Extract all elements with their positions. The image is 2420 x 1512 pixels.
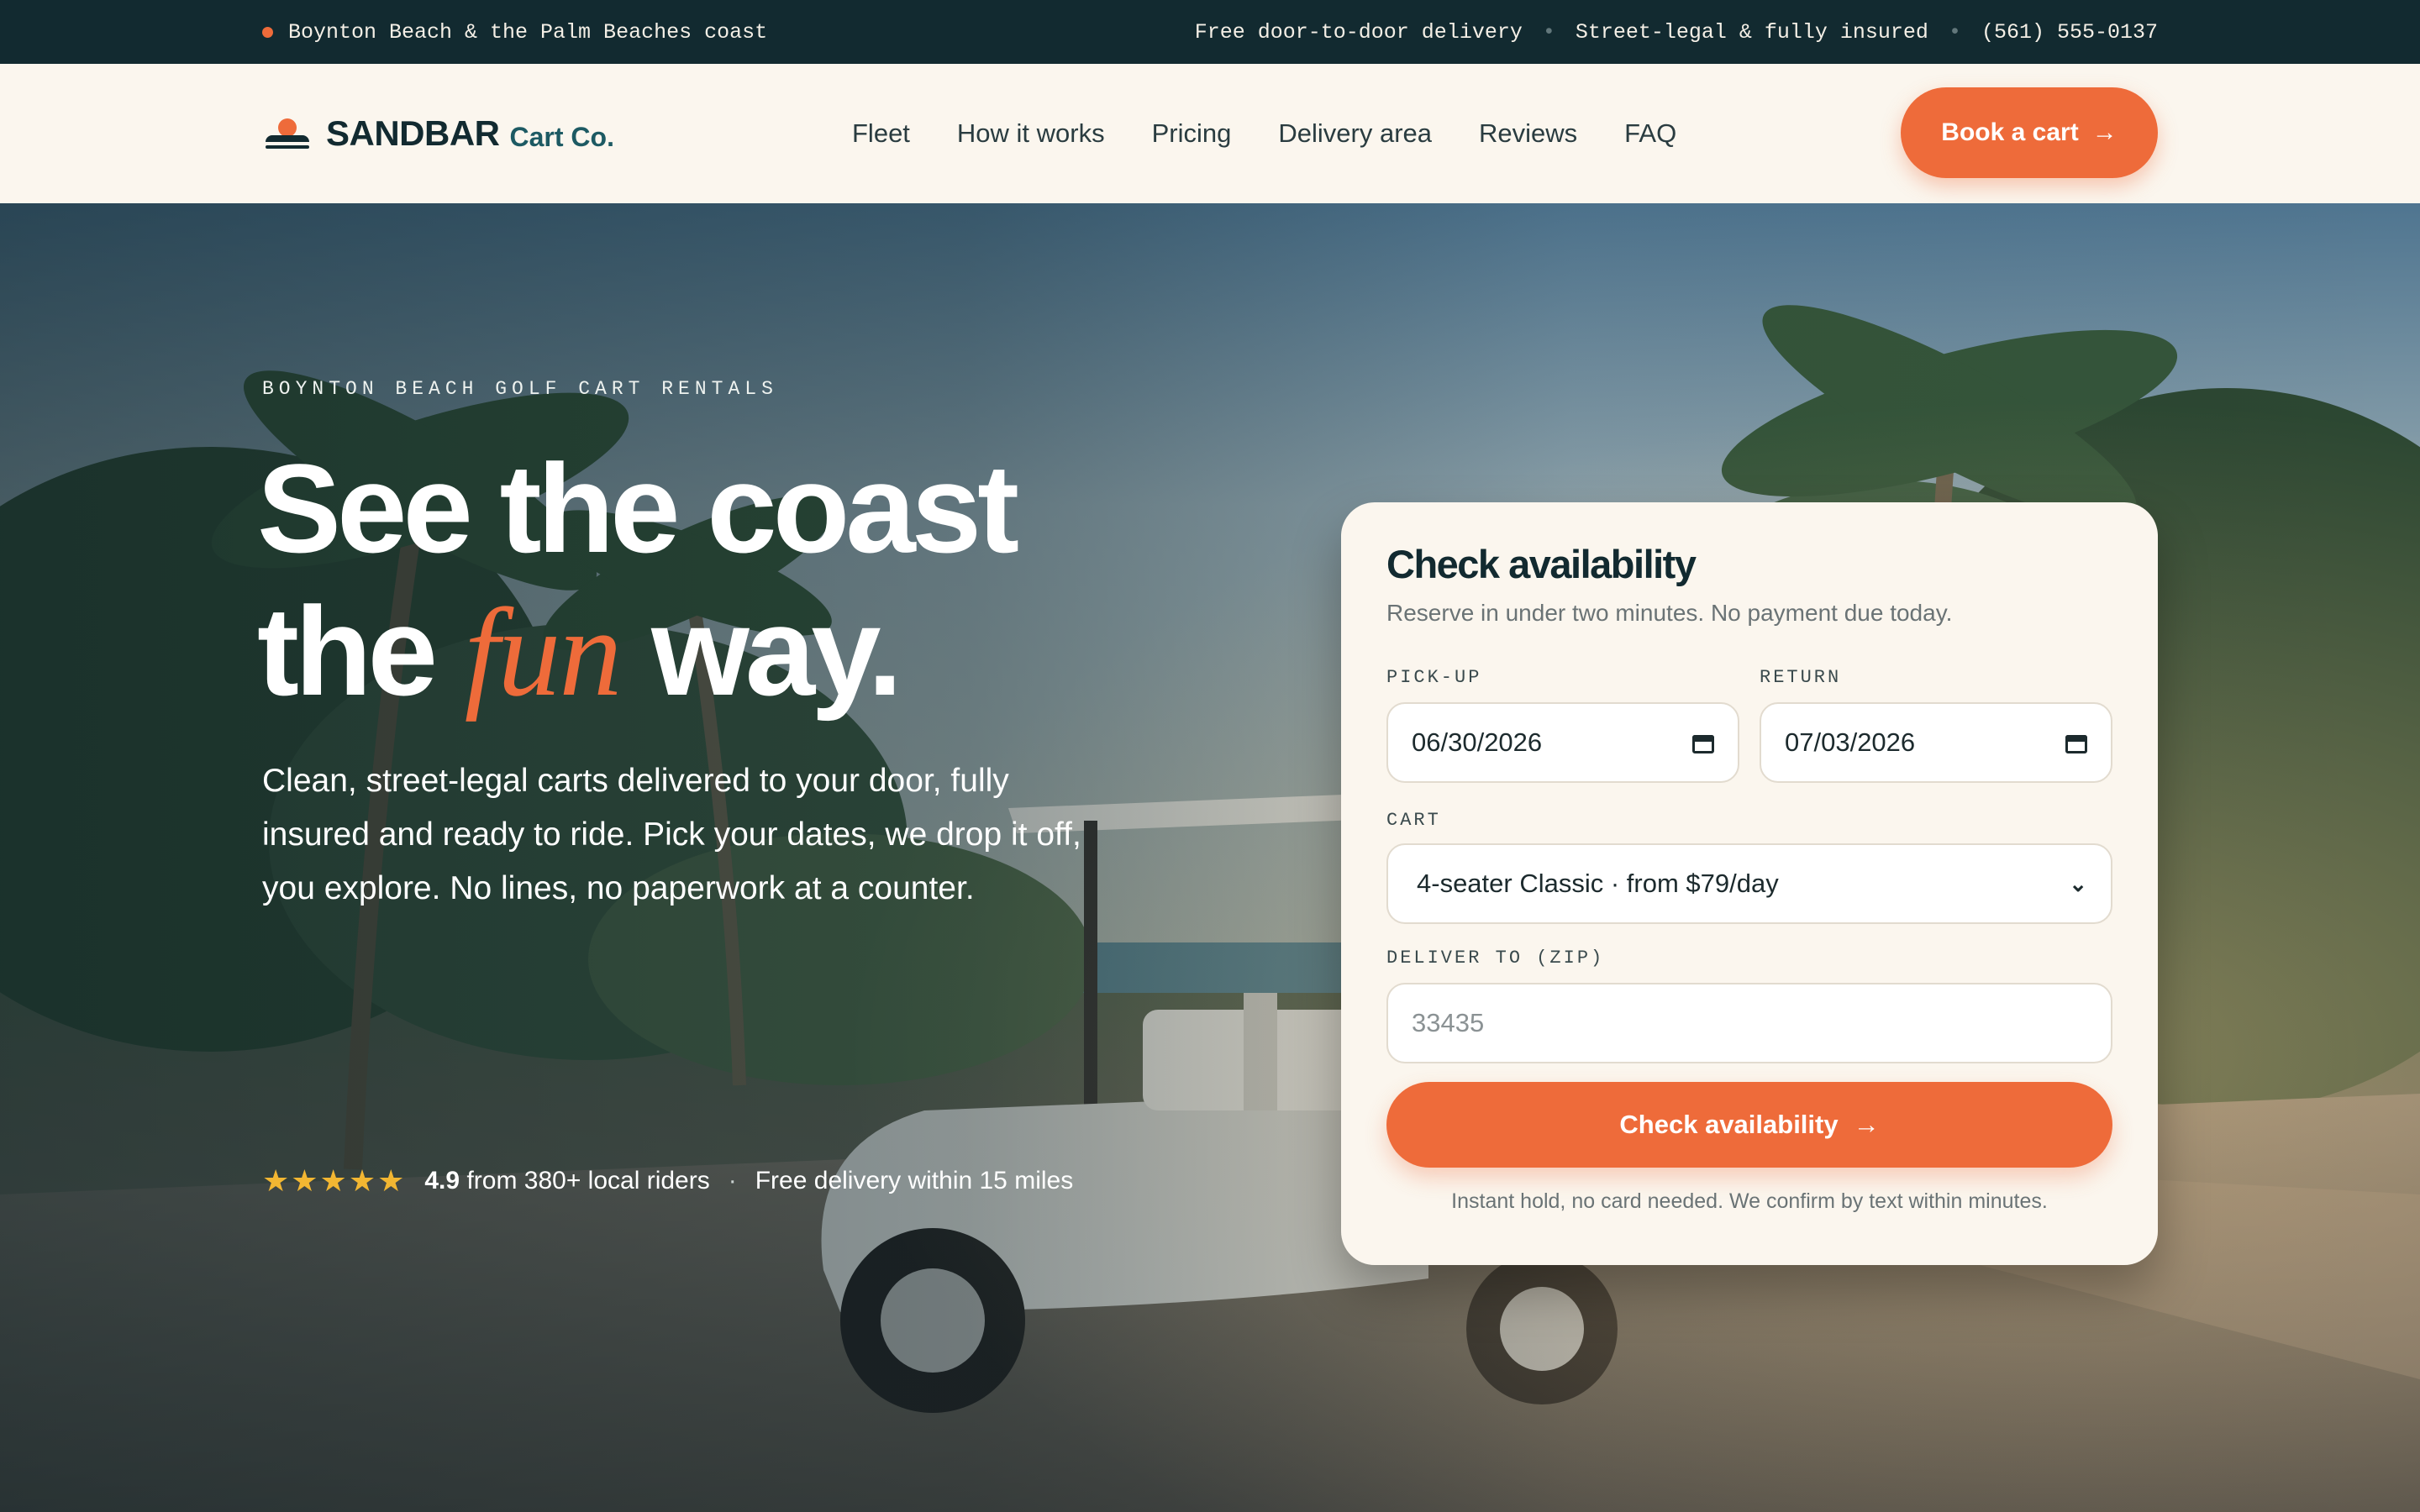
separator-dot: •	[1542, 19, 1555, 45]
zip-label: DELIVER TO (ZIP)	[1386, 948, 1605, 969]
arrow-right-icon: →	[1853, 1110, 1880, 1139]
calendar-icon[interactable]	[1692, 732, 1714, 753]
location-info: Boynton Beach & the Palm Beaches coast	[262, 0, 767, 64]
star-rating-icon: ★★★★★	[262, 1163, 407, 1198]
return-date-input[interactable]: 07/03/2026	[1760, 702, 2112, 783]
brand-suffix: Cart Co.	[509, 121, 614, 152]
nav-how-it-works[interactable]: How it works	[957, 118, 1105, 149]
pickup-date-input[interactable]: 06/30/2026	[1386, 702, 1739, 783]
calendar-icon[interactable]	[2065, 732, 2087, 753]
headline-the: the	[257, 580, 438, 722]
book-cart-label: Book a cart	[1941, 118, 2079, 146]
zip-placeholder: 33435	[1412, 1008, 1485, 1037]
main-nav: Fleet How it works Pricing Delivery area…	[852, 64, 1676, 203]
location-text: Boynton Beach & the Palm Beaches coast	[288, 19, 768, 45]
zip-input[interactable]: 33435	[1386, 983, 2112, 1063]
rating-text: from 380+ local riders	[466, 1167, 710, 1194]
hero-eyebrow: BOYNTON BEACH GOLF CART RENTALS	[262, 378, 778, 400]
hold-note: Instant hold, no card needed. We confirm…	[1451, 1189, 2048, 1213]
separator-dot: ·	[728, 1167, 737, 1194]
cart-selected-value: 4-seater Classic · from $79/day	[1417, 869, 1779, 898]
hero-description: Clean, street-legal carts delivered to y…	[262, 763, 1081, 906]
card-description: Reserve in under two minutes. No payment…	[1386, 600, 1953, 626]
brand-name: SANDBAR	[326, 113, 500, 153]
check-availability-button[interactable]: Check availability →	[1386, 1082, 2112, 1168]
delivery-note: Free delivery within 15 miles	[755, 1167, 1074, 1194]
nav-pricing[interactable]: Pricing	[1152, 118, 1232, 149]
nav-reviews[interactable]: Reviews	[1479, 118, 1577, 149]
location-dot-icon	[262, 26, 273, 38]
sunset-logo-icon	[266, 117, 309, 150]
rating-summary: 4.9 from 380+ local riders	[424, 1167, 709, 1195]
cart-select[interactable]: 4-seater Classic · from $79/day ⌄	[1386, 843, 2112, 924]
pickup-date-value: 06/30/2026	[1412, 727, 1543, 757]
chevron-down-icon: ⌄	[2069, 870, 2087, 896]
top-announcement-bar: Boynton Beach & the Palm Beaches coast F…	[0, 0, 2420, 64]
return-label: RETURN	[1760, 667, 1842, 688]
insurance-info: Street-legal & fully insured	[1575, 19, 1928, 45]
nav-fleet[interactable]: Fleet	[852, 118, 910, 149]
nav-faq[interactable]: FAQ	[1624, 118, 1676, 149]
social-proof: ★★★★★ 4.9 from 380+ local riders · Free …	[262, 1163, 1074, 1198]
check-availability-label: Check availability	[1619, 1110, 1839, 1139]
brand-logo[interactable]: SANDBAR Cart Co.	[266, 64, 614, 203]
headline-end: way.	[651, 580, 902, 722]
arrow-right-icon: →	[2091, 118, 2118, 146]
book-cart-button[interactable]: Book a cart →	[1901, 87, 2158, 178]
rating-value: 4.9	[424, 1167, 460, 1194]
card-title: Check availability	[1386, 542, 1697, 586]
cart-label: CART	[1386, 810, 1441, 831]
delivery-info: Free door-to-door delivery	[1194, 19, 1523, 45]
nav-delivery-area[interactable]: Delivery area	[1278, 118, 1432, 149]
return-date-value: 07/03/2026	[1785, 727, 1916, 757]
headline-fun: fun	[464, 583, 623, 722]
phone-link[interactable]: (561) 555-0137	[1981, 20, 2158, 45]
separator-dot: •	[1948, 19, 1961, 45]
topbar-info: Free door-to-door delivery • Street-lega…	[1195, 0, 2158, 64]
hero-headline: See the coast the fun way.	[257, 437, 1019, 724]
headline-line1: See the coast	[257, 438, 1019, 579]
availability-card: Check availability Reserve in under two …	[1341, 502, 2158, 1265]
pickup-label: PICK-UP	[1386, 667, 1482, 688]
